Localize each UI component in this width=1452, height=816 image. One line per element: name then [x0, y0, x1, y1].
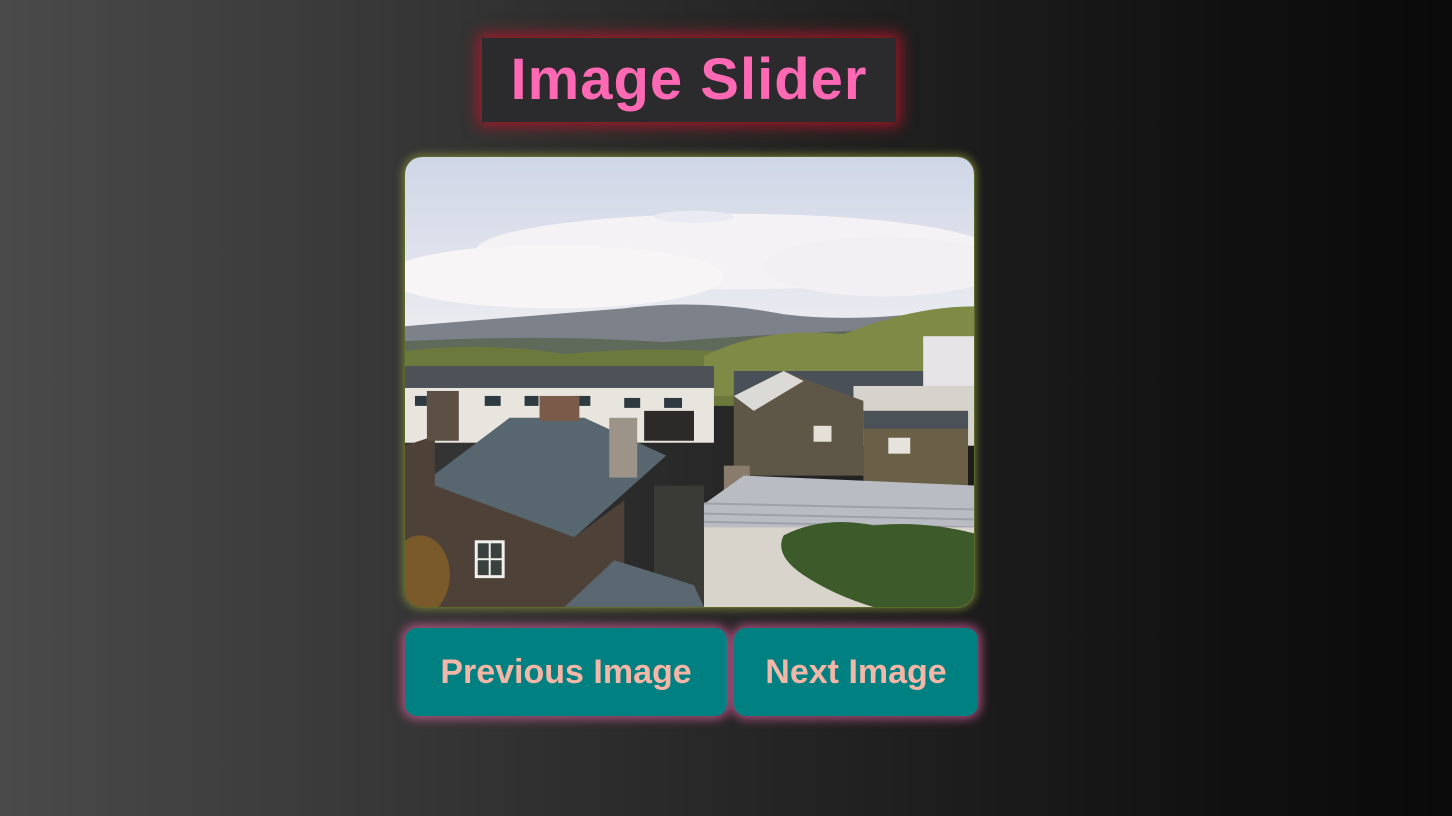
next-image-button[interactable]: Next Image — [734, 628, 978, 716]
slider-image-container — [404, 156, 975, 608]
slider-image — [405, 157, 974, 607]
previous-image-button[interactable]: Previous Image — [405, 628, 727, 716]
page-title: Image Slider — [482, 38, 896, 122]
